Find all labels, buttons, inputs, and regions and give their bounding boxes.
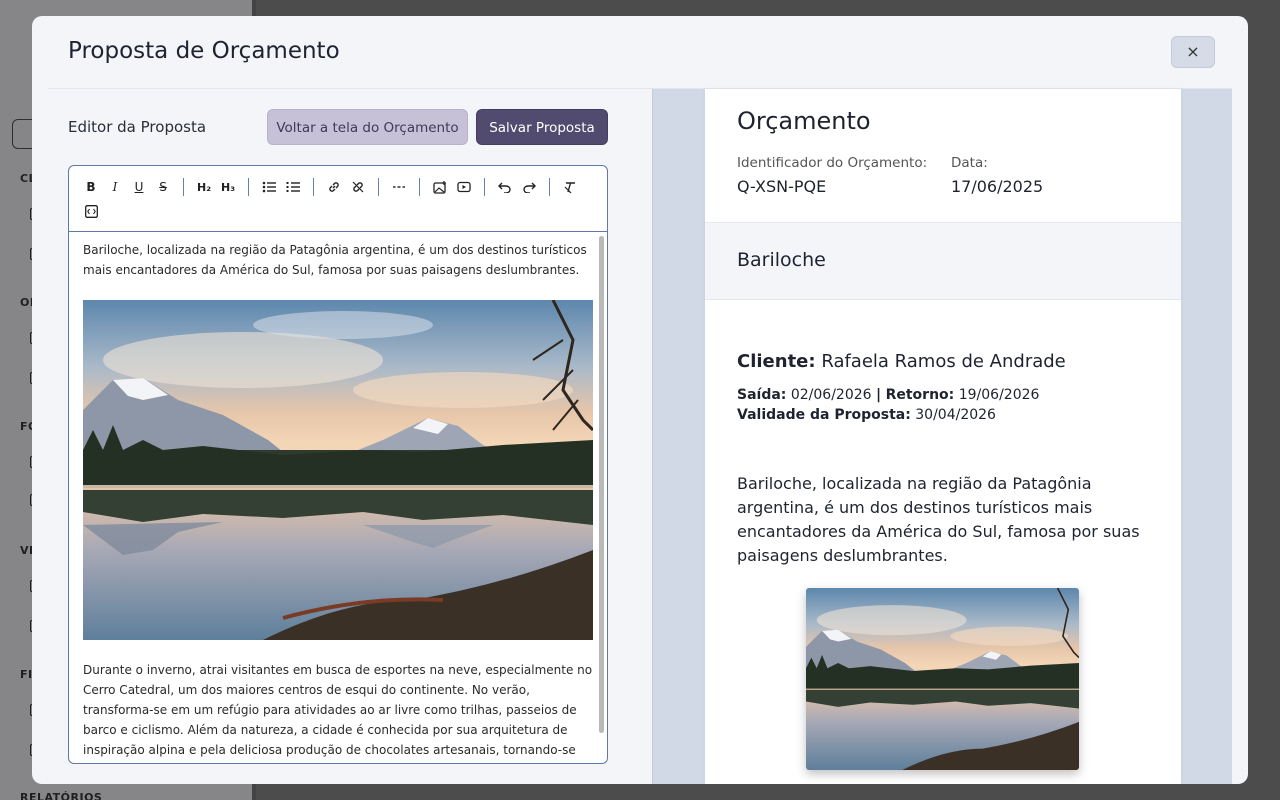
proposal-modal: Proposta de Orçamento × Editor da Propos… — [32, 16, 1248, 784]
toolbar-separator — [313, 178, 314, 196]
bold-button[interactable]: B — [79, 176, 103, 198]
italic-button[interactable]: I — [103, 176, 127, 198]
validity-label: Validade da Proposta: — [737, 407, 911, 423]
date-separator: | — [876, 387, 882, 403]
toolbar-separator — [378, 178, 379, 196]
editor-scrollbar[interactable] — [599, 236, 604, 733]
image-icon[interactable] — [428, 176, 452, 198]
link-icon[interactable] — [322, 176, 346, 198]
toolbar-separator — [183, 178, 184, 196]
code-block-icon[interactable] — [79, 200, 103, 222]
client-name: Rafaela Ramos de Andrade — [821, 351, 1066, 372]
video-icon[interactable] — [452, 176, 476, 198]
client-line: Cliente: Rafaela Ramos de Andrade — [737, 351, 1066, 372]
date-value: 17/06/2025 — [951, 177, 1044, 196]
clear-format-icon[interactable] — [558, 176, 582, 198]
bariloche-landscape-image[interactable] — [83, 300, 593, 640]
return-label: Retorno: — [885, 387, 955, 403]
departure-value: 02/06/2026 — [790, 387, 872, 403]
modal-title: Proposta de Orçamento — [68, 38, 340, 64]
ordered-list-icon[interactable] — [281, 176, 305, 198]
toolbar-separator — [419, 178, 420, 196]
save-proposal-button[interactable]: Salvar Proposta — [476, 109, 608, 145]
modal-header: Proposta de Orçamento × — [32, 16, 1248, 88]
preview-landscape-image — [806, 588, 1079, 770]
unlink-icon[interactable] — [346, 176, 370, 198]
redo-icon[interactable] — [517, 176, 541, 198]
underline-button[interactable]: U — [127, 176, 151, 198]
editor-heading: Editor da Proposta — [68, 118, 207, 136]
budget-id-label: Identificador do Orçamento: — [737, 155, 928, 171]
trip-dates: Saída: 02/06/2026 | Retorno: 19/06/2026 … — [737, 385, 1039, 425]
heading-2-button[interactable]: H₂ — [192, 176, 216, 198]
bullet-list-icon[interactable] — [257, 176, 281, 198]
destination-band: Bariloche — [705, 222, 1181, 300]
toolbar-separator — [549, 178, 550, 196]
editor-scrollbar-thumb[interactable] — [599, 236, 604, 733]
editor-paragraph: Durante o inverno, atrai visitantes em b… — [83, 663, 593, 757]
departure-label: Saída: — [737, 387, 787, 403]
editor-content[interactable]: Bariloche, localizada na região da Patag… — [69, 232, 607, 763]
budget-id-value: Q-XSN-PQE — [737, 177, 827, 196]
horizontal-rule-icon[interactable] — [387, 176, 411, 198]
preview-panel[interactable]: Orçamento Identificador do Orçamento: Q-… — [652, 89, 1232, 784]
document-title: Orçamento — [737, 107, 871, 135]
return-value: 19/06/2026 — [958, 387, 1040, 403]
destination-name: Bariloche — [737, 249, 826, 271]
strikethrough-button[interactable]: S — [151, 176, 175, 198]
client-label: Cliente: — [737, 351, 816, 372]
rich-text-editor[interactable]: B I U S H₂ H₃ Bariloche, localizada na r… — [68, 165, 608, 764]
undo-icon[interactable] — [493, 176, 517, 198]
destination-description: Bariloche, localizada na região da Patag… — [737, 474, 1140, 565]
heading-3-button[interactable]: H₃ — [216, 176, 240, 198]
editor-toolbar: B I U S H₂ H₃ — [69, 166, 607, 232]
editor-paragraph: Bariloche, localizada na região da Patag… — [83, 243, 587, 277]
date-label: Data: — [951, 155, 988, 171]
toolbar-separator — [484, 178, 485, 196]
toolbar-separator — [248, 178, 249, 196]
back-to-budget-button[interactable]: Voltar a tela do Orçamento — [267, 109, 468, 145]
proposal-document: Orçamento Identificador do Orçamento: Q-… — [705, 89, 1181, 784]
validity-value: 30/04/2026 — [915, 407, 996, 423]
close-button[interactable]: × — [1171, 36, 1215, 68]
